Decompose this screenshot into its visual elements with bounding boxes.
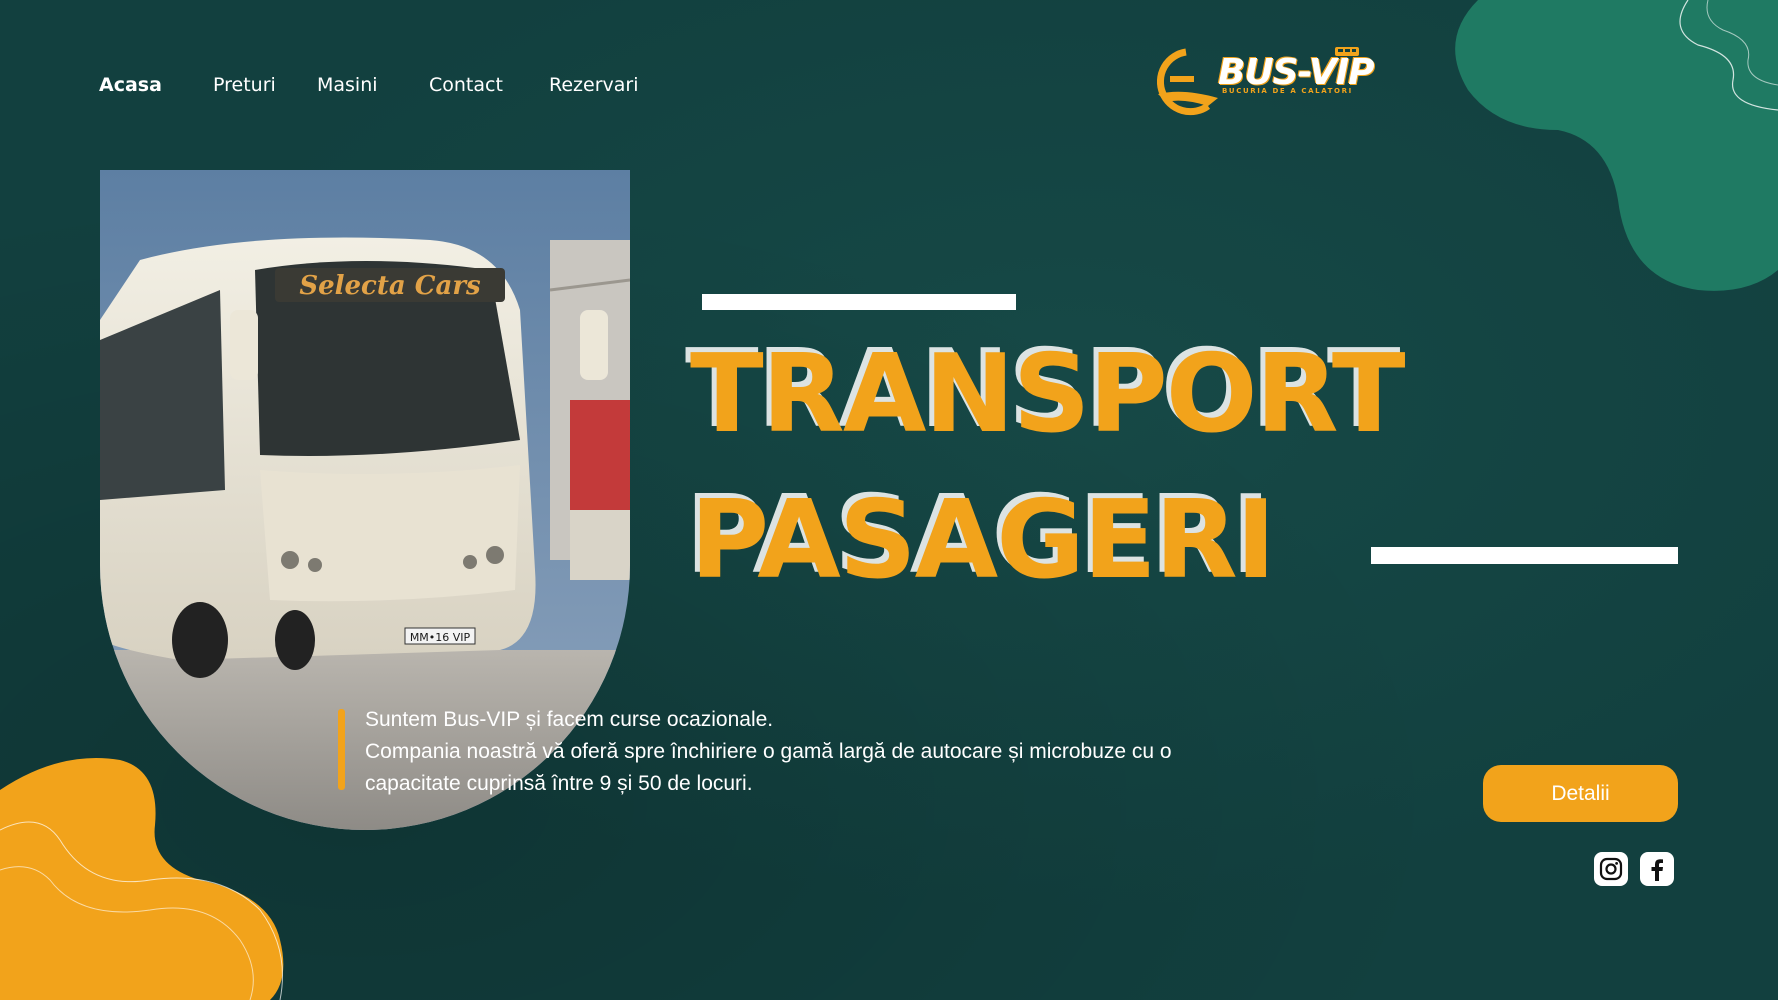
nav-item-acasa[interactable]: Acasa [99, 74, 162, 96]
description-line1: Suntem Bus-VIP și facem curse ocazionale… [365, 708, 774, 731]
decorative-green-blob [1455, 0, 1778, 291]
description-accent-bar [338, 709, 345, 790]
logo-tagline: BUCURIA DE A CALATORI [1222, 87, 1353, 95]
description: Suntem Bus-VIP și facem curse ocazionale… [365, 704, 1215, 800]
facebook-link[interactable] [1640, 852, 1674, 886]
nav-item-rezervari[interactable]: Rezervari [549, 74, 639, 96]
hero-title-line2: PASAGERI [690, 478, 1276, 603]
bus-license-plate: MM•16 VIP [410, 631, 471, 644]
main-nav: Acasa Preturi Masini Contact Rezervari [0, 0, 700, 180]
decorative-line-top [702, 294, 1016, 310]
description-line2: Compania noastră vă oferă spre închirier… [365, 740, 1172, 795]
decorative-line-bottom [1371, 547, 1678, 564]
facebook-icon [1651, 859, 1663, 881]
bus-destination-sign: Selecta Cars [299, 271, 481, 301]
nav-item-contact[interactable]: Contact [429, 74, 503, 96]
hero-title-line1: TRANSPORT [690, 332, 1406, 457]
nav-item-masini[interactable]: Masini [317, 74, 378, 96]
logo-road-icon [1157, 48, 1218, 116]
nav-item-preturi[interactable]: Preturi [213, 74, 276, 96]
instagram-link[interactable] [1594, 852, 1628, 886]
details-button[interactable]: Detalii [1483, 765, 1678, 822]
instagram-icon [1599, 857, 1623, 881]
logo[interactable]: BUS-VIP BUCURIA DE A CALATORI [1148, 46, 1388, 120]
